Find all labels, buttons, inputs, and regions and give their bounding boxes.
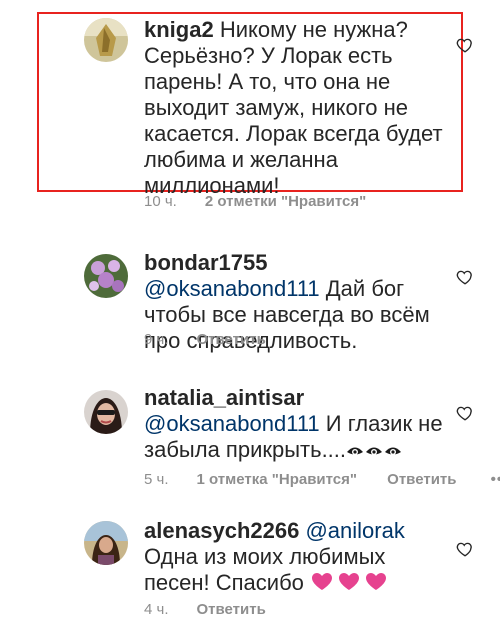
reply-button[interactable]: Ответить: [387, 471, 456, 488]
reply-button[interactable]: Ответить: [197, 331, 266, 348]
heart-outline-icon[interactable]: [456, 36, 474, 54]
comment-meta: 4 ч. Ответить: [144, 601, 266, 619]
heart-outline-icon[interactable]: [456, 404, 474, 422]
comment-username[interactable]: natalia_aintisar: [144, 385, 304, 410]
avatar[interactable]: [84, 18, 128, 62]
mention-link[interactable]: @oksanabond111: [144, 411, 320, 436]
comment-text: alenasych2266 @anilorak Одна из моих люб…: [144, 518, 444, 598]
comment-text: kniga2 Никому не нужна? Серьёзно? У Лора…: [144, 17, 444, 199]
avatar[interactable]: [84, 390, 128, 434]
comment-text: natalia_aintisar @oksanabond111 И глазик…: [144, 385, 444, 465]
likes-count-link[interactable]: 1 отметка "Нравится": [197, 471, 358, 488]
comment-time: 10 ч.: [144, 193, 177, 210]
comment-time: 9 ч.: [144, 331, 169, 348]
mention-link[interactable]: @anilorak: [305, 518, 404, 543]
comment-meta: 9 ч. Ответить: [144, 331, 266, 349]
pink-hearts-icon: [310, 570, 388, 598]
comment-meta: 10 ч. 2 отметки "Нравится": [144, 193, 366, 211]
more-options-icon[interactable]: •••: [491, 471, 500, 489]
see-no-evil-eyes-icon: [346, 439, 404, 465]
comment-time: 5 ч.: [144, 471, 169, 488]
comment-time: 4 ч.: [144, 601, 169, 618]
avatar[interactable]: [84, 254, 128, 298]
mention-link[interactable]: @oksanabond111: [144, 276, 320, 301]
comment-username[interactable]: kniga2: [144, 17, 214, 42]
avatar[interactable]: [84, 521, 128, 565]
comment-meta: 5 ч. 1 отметка "Нравится" Ответить •••: [144, 471, 500, 489]
likes-count-link[interactable]: 2 отметки "Нравится": [205, 193, 366, 210]
reply-button[interactable]: Ответить: [197, 601, 266, 618]
heart-outline-icon[interactable]: [456, 540, 474, 558]
comment-body: Никому не нужна? Серьёзно? У Лорак есть …: [144, 17, 443, 198]
comment-username[interactable]: alenasych2266: [144, 518, 299, 543]
comment-username[interactable]: bondar1755: [144, 250, 268, 275]
heart-outline-icon[interactable]: [456, 268, 474, 286]
